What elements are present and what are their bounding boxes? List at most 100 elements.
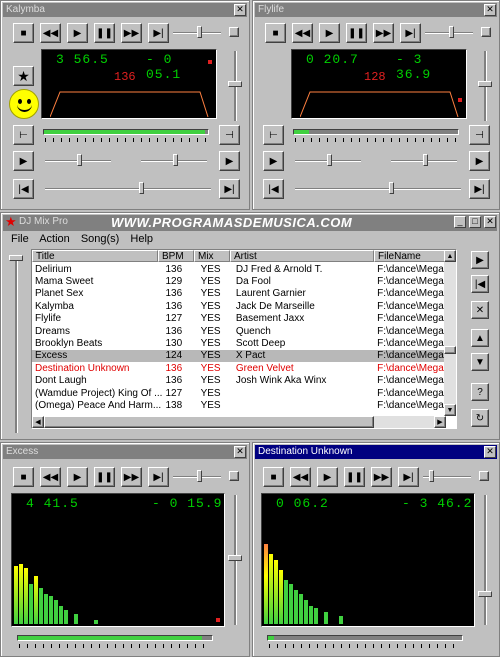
table-row[interactable]: Destination Unknown 136 YES Green Velvet F:\… bbox=[32, 362, 446, 374]
deck-a-pitch-knob[interactable] bbox=[197, 26, 202, 38]
menu-action[interactable]: Action bbox=[39, 233, 70, 245]
table-row[interactable]: Planet Sex 136 YES Laurent Garnier F:\dance\… bbox=[32, 288, 446, 300]
table-row[interactable]: Dont Laugh 136 YES Josh Wink Aka Winx F:\dan… bbox=[32, 375, 446, 387]
table-row[interactable]: Brooklyn Beats 130 YES Scott Deep F:\dance\M… bbox=[32, 337, 446, 349]
deck-b-crossfade-knob[interactable] bbox=[389, 182, 394, 194]
deck-b-cue-start-button[interactable]: ⊢ bbox=[263, 125, 284, 145]
deck-a-stop-button[interactable]: ■ bbox=[13, 23, 34, 43]
deck-c-pause-button[interactable]: ❚❚ bbox=[94, 467, 115, 487]
deck-c-rewind-button[interactable]: ◀◀ bbox=[40, 467, 61, 487]
deck-a-crossfade[interactable] bbox=[45, 188, 211, 190]
deck-a-next-track-button[interactable]: ▶| bbox=[219, 179, 240, 199]
deck-b-slider-1-knob[interactable] bbox=[327, 154, 332, 166]
deck-c-pitch-knob[interactable] bbox=[197, 470, 202, 482]
deck-d-rewind-button[interactable]: ◀◀ bbox=[290, 467, 311, 487]
table-row[interactable]: Delirium 136 YES DJ Fred & Arnold T. F:\danc… bbox=[32, 263, 446, 275]
deck-a-pause-button[interactable]: ❚❚ bbox=[94, 23, 115, 43]
deck-c-play-button[interactable]: ▶ bbox=[67, 467, 88, 487]
side-prev-button[interactable]: |◀ bbox=[471, 275, 489, 293]
deck-a-crossfade-knob[interactable] bbox=[139, 182, 144, 194]
deck-c-stop-button[interactable]: ■ bbox=[13, 467, 34, 487]
list-hscroll[interactable]: ◀ ▶ bbox=[32, 416, 446, 428]
deck-b-progress[interactable] bbox=[293, 129, 459, 135]
list-vscroll[interactable]: ▲ ▼ bbox=[444, 250, 456, 416]
menu-file[interactable]: File bbox=[11, 233, 29, 245]
deck-b-small-button[interactable] bbox=[481, 27, 491, 37]
deck-b-crossfade[interactable] bbox=[295, 188, 461, 190]
deck-a-cue-end-button[interactable]: ⊣ bbox=[219, 125, 240, 145]
minimize-button[interactable]: _ bbox=[454, 216, 466, 228]
deck-c-end-button[interactable]: ▶| bbox=[148, 467, 169, 487]
menu-songs[interactable]: Song(s) bbox=[81, 233, 120, 245]
deck-b-pitch-knob[interactable] bbox=[449, 26, 454, 38]
deck-a-cue-start-button[interactable]: ⊢ bbox=[13, 125, 34, 145]
deck-a-slider-1-knob[interactable] bbox=[77, 154, 82, 166]
col-filename[interactable]: FileName bbox=[374, 250, 448, 262]
deck-b-stop-button[interactable]: ■ bbox=[265, 23, 286, 43]
deck-d-forward-button[interactable]: ▶▶ bbox=[371, 467, 392, 487]
side-move-up-button[interactable]: ▲ bbox=[471, 329, 489, 347]
deck-b-next-track-button[interactable]: ▶| bbox=[469, 179, 490, 199]
scroll-right-button[interactable]: ▶ bbox=[434, 416, 446, 428]
side-remove-button[interactable]: ✕ bbox=[471, 301, 489, 319]
deck-b-pause-button[interactable]: ❚❚ bbox=[346, 23, 367, 43]
table-row[interactable]: Kalymba 136 YES Jack De Marseille F:\dance\M… bbox=[32, 300, 446, 312]
deck-d-small-button[interactable] bbox=[479, 471, 489, 481]
deck-b-prev-track-button[interactable]: |◀ bbox=[263, 179, 284, 199]
deck-b-slider-2-knob[interactable] bbox=[423, 154, 428, 166]
deck-a-close-button[interactable]: ✕ bbox=[234, 4, 246, 16]
deck-a-small-button[interactable] bbox=[229, 27, 239, 37]
maximize-button[interactable]: □ bbox=[469, 216, 481, 228]
table-row[interactable]: Dreams 136 YES Quench F:\dance\Mega bbox=[32, 325, 446, 337]
deck-a-end-button[interactable]: ▶| bbox=[148, 23, 169, 43]
deck-b-next-button[interactable]: ▶ bbox=[469, 151, 490, 171]
deck-b-cue-end-button[interactable]: ⊣ bbox=[469, 125, 490, 145]
deck-b-play-button[interactable]: ▶ bbox=[319, 23, 340, 43]
deck-d-pitch-knob[interactable] bbox=[429, 470, 434, 482]
deck-d-close-button[interactable]: ✕ bbox=[484, 446, 496, 458]
deck-d-volume-knob[interactable] bbox=[478, 591, 492, 597]
deck-b-volume-knob[interactable] bbox=[478, 81, 492, 87]
scroll-up-button[interactable]: ▲ bbox=[444, 250, 456, 262]
col-bpm[interactable]: BPM bbox=[158, 250, 194, 262]
deck-c-forward-button[interactable]: ▶▶ bbox=[121, 467, 142, 487]
deck-b-forward-button[interactable]: ▶▶ bbox=[373, 23, 394, 43]
main-vertical-knob[interactable] bbox=[9, 255, 23, 261]
side-play-button[interactable]: ▶ bbox=[471, 251, 489, 269]
deck-d-volume-track[interactable] bbox=[484, 495, 487, 625]
deck-b-close-button[interactable]: ✕ bbox=[484, 4, 496, 16]
table-row[interactable]: Mama Sweet 129 YES Da Fool F:\dance\Mega bbox=[32, 275, 446, 287]
col-title[interactable]: Title bbox=[32, 250, 158, 262]
scroll-thumb[interactable] bbox=[444, 346, 456, 354]
scroll-down-button[interactable]: ▼ bbox=[444, 404, 456, 416]
deck-d-stop-button[interactable]: ■ bbox=[263, 467, 284, 487]
table-row[interactable]: Excess 124 YES X Pact F:\dance\Mega bbox=[32, 349, 446, 363]
deck-d-progress[interactable] bbox=[267, 635, 463, 641]
main-vertical-slider[interactable] bbox=[15, 255, 18, 433]
side-loop-button[interactable]: ↻ bbox=[471, 409, 489, 427]
deck-a-progress[interactable] bbox=[43, 129, 209, 135]
side-move-down-button[interactable]: ▼ bbox=[471, 353, 489, 371]
table-row[interactable]: (Omega) Peace And Harm... 138 YES F:\dance\… bbox=[32, 399, 446, 411]
deck-a-slider-2-knob[interactable] bbox=[173, 154, 178, 166]
deck-c-small-button[interactable] bbox=[229, 471, 239, 481]
deck-d-pause-button[interactable]: ❚❚ bbox=[344, 467, 365, 487]
deck-a-volume-knob[interactable] bbox=[228, 81, 242, 87]
hscroll-thumb[interactable] bbox=[44, 416, 374, 428]
deck-a-play-small-button[interactable]: ▶ bbox=[13, 151, 34, 171]
deck-a-favorite-button[interactable]: ★ bbox=[13, 66, 34, 86]
table-row[interactable]: (Wamdue Project) King Of ... 127 YES F:\dan… bbox=[32, 387, 446, 399]
deck-b-end-button[interactable]: ▶| bbox=[400, 23, 421, 43]
deck-c-close-button[interactable]: ✕ bbox=[234, 446, 246, 458]
menu-help[interactable]: Help bbox=[130, 233, 153, 245]
deck-a-next-button[interactable]: ▶ bbox=[219, 151, 240, 171]
deck-a-prev-track-button[interactable]: |◀ bbox=[13, 179, 34, 199]
col-artist[interactable]: Artist bbox=[230, 250, 374, 262]
deck-b-play-small-button[interactable]: ▶ bbox=[263, 151, 284, 171]
deck-a-play-button[interactable]: ▶ bbox=[67, 23, 88, 43]
deck-a-forward-button[interactable]: ▶▶ bbox=[121, 23, 142, 43]
deck-a-rewind-button[interactable]: ◀◀ bbox=[40, 23, 61, 43]
main-close-button[interactable]: ✕ bbox=[484, 216, 496, 228]
table-row[interactable]: Flylife 127 YES Basement Jaxx F:\dance\Mega bbox=[32, 313, 446, 325]
side-help-button[interactable]: ? bbox=[471, 383, 489, 401]
